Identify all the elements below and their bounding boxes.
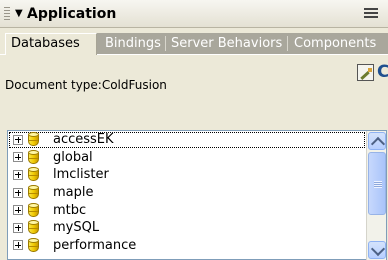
database-label: accessEK: [53, 132, 114, 148]
databases-toolbar: Document type:ColdFusion C: [0, 54, 388, 112]
scroll-thumb[interactable]: [368, 152, 386, 215]
panel-options-icon[interactable]: [364, 8, 378, 20]
expand-plus-icon[interactable]: [13, 134, 23, 145]
expand-plus-icon[interactable]: [13, 169, 23, 180]
expand-plus-icon[interactable]: [13, 205, 23, 216]
tab-separator: [287, 36, 288, 51]
database-label: performance: [53, 237, 137, 253]
database-label: mySQL: [53, 220, 100, 236]
database-label: mtbc: [53, 202, 87, 218]
panel-title: Application: [27, 6, 117, 22]
drag-grip-icon[interactable]: [4, 7, 10, 21]
document-type-label: Document type:ColdFusion: [5, 78, 167, 92]
tab-server-behaviors[interactable]: Server Behaviors: [171, 35, 282, 54]
tab-databases[interactable]: Databases: [5, 33, 97, 55]
triangle-down-icon[interactable]: ▼: [15, 7, 23, 21]
database-icon: [28, 132, 39, 147]
menu-line: [364, 12, 378, 14]
vertical-scrollbar[interactable]: [366, 131, 386, 260]
panel-title-bar[interactable]: ▼ Application: [0, 0, 388, 28]
scroll-grip-icon: [374, 181, 382, 188]
tree-row-mtbc[interactable]: mtbc: [8, 201, 366, 219]
tree-row-accessek[interactable]: accessEK: [8, 131, 366, 149]
tab-separator: [165, 36, 166, 51]
database-icon: [28, 149, 39, 165]
edit-icon[interactable]: [357, 64, 374, 81]
database-label: global: [53, 149, 93, 165]
database-icon: [28, 202, 39, 218]
expand-plus-icon[interactable]: [13, 240, 23, 251]
menu-line: [364, 8, 378, 10]
application-panel: ▼ Application Databases Bindings Server …: [0, 0, 388, 260]
scroll-up-button[interactable]: [368, 132, 386, 150]
database-icon: [28, 220, 39, 235]
database-icon: [28, 167, 39, 182]
expand-plus-icon[interactable]: [13, 222, 23, 233]
database-list: accessEK global lmclister maple mtbc myS…: [8, 131, 366, 260]
menu-line: [364, 16, 378, 18]
expand-plus-icon[interactable]: [13, 187, 23, 198]
tab-components[interactable]: Components: [294, 35, 376, 54]
tree-row-lmclister[interactable]: lmclister: [8, 166, 366, 184]
tree-row-performance[interactable]: performance: [8, 237, 366, 255]
expand-plus-icon[interactable]: [13, 152, 23, 163]
database-tree[interactable]: accessEK global lmclister maple mtbc myS…: [7, 130, 387, 260]
database-icon: [28, 237, 39, 253]
tree-row-maple[interactable]: maple: [8, 184, 366, 202]
scroll-down-button[interactable]: [368, 241, 386, 259]
tree-row-mysql[interactable]: mySQL: [8, 219, 366, 237]
tab-bindings[interactable]: Bindings: [105, 35, 161, 54]
refresh-icon[interactable]: C: [377, 63, 388, 81]
panel-tabs: Databases Bindings Server Behaviors Comp…: [0, 28, 388, 55]
tree-row-global[interactable]: global: [8, 149, 366, 167]
database-icon: [28, 185, 39, 200]
database-label: lmclister: [53, 167, 109, 183]
database-label: maple: [53, 185, 94, 201]
